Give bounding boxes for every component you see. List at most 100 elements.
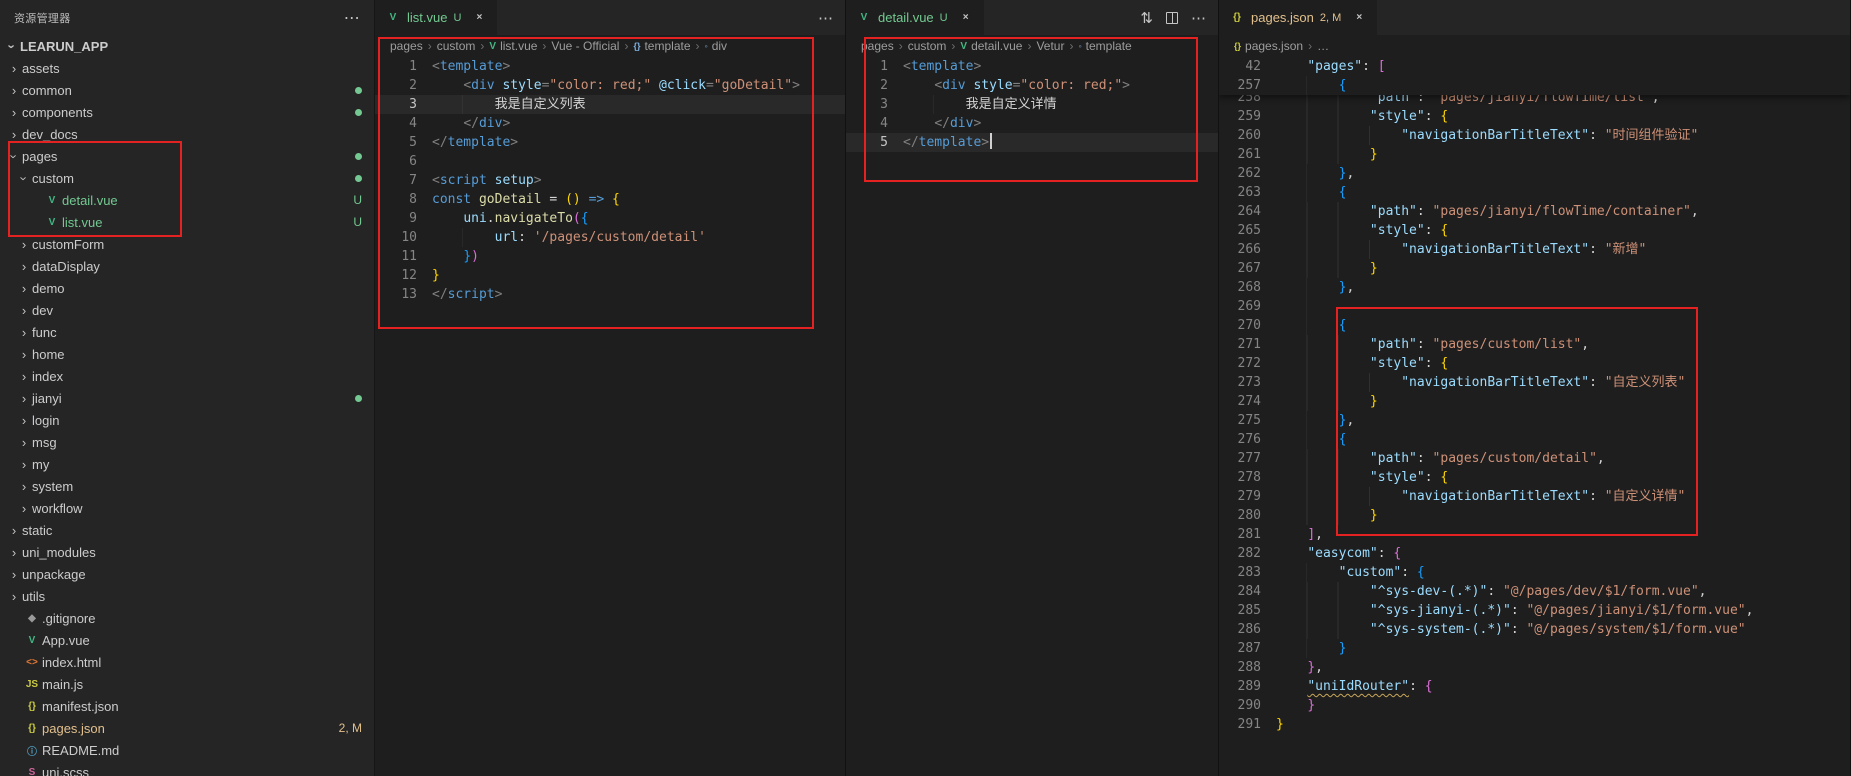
tree-item-dataDisplay[interactable]: ›dataDisplay — [0, 255, 374, 277]
tab-list-vue[interactable]: Vlist.vueU× — [375, 0, 498, 35]
tree-item-uni_modules[interactable]: ›uni_modules — [0, 541, 374, 563]
code-line[interactable]: 261 } — [1219, 145, 1850, 164]
tree-item-demo[interactable]: ›demo — [0, 277, 374, 299]
code-line[interactable]: 267 } — [1219, 259, 1850, 278]
code-line[interactable]: 268 }, — [1219, 278, 1850, 297]
code-line[interactable]: 278 "style": { — [1219, 468, 1850, 487]
tree-item-workflow[interactable]: ›workflow — [0, 497, 374, 519]
breadcrumb-item[interactable]: Vlist.vue — [489, 39, 537, 53]
code-line[interactable]: 4 </div> — [846, 114, 1218, 133]
close-icon[interactable]: × — [1351, 12, 1367, 23]
tree-item-App.vue[interactable]: VApp.vue — [0, 629, 374, 651]
breadcrumb-item[interactable]: ◦template — [1078, 39, 1131, 53]
tree-item-utils[interactable]: ›utils — [0, 585, 374, 607]
code-line[interactable]: 9 uni.navigateTo({ — [375, 209, 845, 228]
code-line[interactable]: 275 }, — [1219, 411, 1850, 430]
code-line[interactable]: 11 }) — [375, 247, 845, 266]
code-line[interactable]: 13</script> — [375, 285, 845, 304]
tree-item-pages.json[interactable]: {}pages.json2, M — [0, 717, 374, 739]
code-line[interactable]: 271 "path": "pages/custom/list", — [1219, 335, 1850, 354]
more-icon[interactable]: ⋯ — [818, 9, 833, 27]
tree-item-pages[interactable]: ›pages — [0, 145, 374, 167]
tree-item-common[interactable]: ›common — [0, 79, 374, 101]
code-line[interactable]: 282 "easycom": { — [1219, 544, 1850, 563]
code-line[interactable]: 259 "style": { — [1219, 107, 1850, 126]
tree-item-components[interactable]: ›components — [0, 101, 374, 123]
code-line[interactable]: 4 </div> — [375, 114, 845, 133]
code-line[interactable]: 7<script setup> — [375, 171, 845, 190]
tree-item-customForm[interactable]: ›customForm — [0, 233, 374, 255]
code-line[interactable]: 286 "^sys-system-(.*)": "@/pages/system/… — [1219, 620, 1850, 639]
code-line[interactable]: 270 { — [1219, 316, 1850, 335]
tree-item-main.js[interactable]: JSmain.js — [0, 673, 374, 695]
tree-item-uni.scss[interactable]: Suni.scss — [0, 761, 374, 776]
breadcrumb-item[interactable]: {}template — [633, 39, 690, 53]
code-line[interactable]: 284 "^sys-dev-(.*)": "@/pages/dev/$1/for… — [1219, 582, 1850, 601]
more-actions-icon[interactable]: ⋯ — [344, 8, 360, 28]
code-line[interactable]: 273 "navigationBarTitleText": "自定义列表" — [1219, 373, 1850, 392]
tree-item-list.vue[interactable]: Vlist.vueU — [0, 211, 374, 233]
tree-item-dev[interactable]: ›dev — [0, 299, 374, 321]
code-line[interactable]: 289 "uniIdRouter": { — [1219, 677, 1850, 696]
code-line[interactable]: 262 }, — [1219, 164, 1850, 183]
breadcrumb-item[interactable]: pages — [861, 39, 894, 53]
tree-item-index.html[interactable]: <>index.html — [0, 651, 374, 673]
code-line[interactable]: 1<template> — [375, 57, 845, 76]
code-line[interactable]: 263 { — [1219, 183, 1850, 202]
breadcrumb-item[interactable]: {}pages.json — [1234, 39, 1303, 53]
code-line[interactable]: 5</template> — [375, 133, 845, 152]
tab-pages-json[interactable]: {}pages.json2, M× — [1219, 0, 1378, 35]
code-line[interactable]: 8const goDetail = () => { — [375, 190, 845, 209]
tree-item-detail.vue[interactable]: Vdetail.vueU — [0, 189, 374, 211]
tree-item-manifest.json[interactable]: {}manifest.json — [0, 695, 374, 717]
tab-detail-vue[interactable]: Vdetail.vueU× — [846, 0, 985, 35]
tree-item-dev_docs[interactable]: ›dev_docs — [0, 123, 374, 145]
tree-item-system[interactable]: ›system — [0, 475, 374, 497]
code-line[interactable]: 266 "navigationBarTitleText": "新增" — [1219, 240, 1850, 259]
code-line[interactable]: 277 "path": "pages/custom/detail", — [1219, 449, 1850, 468]
code-editor[interactable]: 1<template>2 <div style="color: red;">3 … — [846, 57, 1218, 776]
code-line[interactable]: 291} — [1219, 715, 1850, 734]
code-line[interactable]: 3 我是自定义详情 — [846, 95, 1218, 114]
code-editor[interactable]: 42 "pages": [257 {258 "path": "pages/jia… — [1219, 57, 1850, 776]
tree-item-msg[interactable]: ›msg — [0, 431, 374, 453]
tree-item-jianyi[interactable]: ›jianyi — [0, 387, 374, 409]
code-line[interactable]: 6 — [375, 152, 845, 171]
code-line[interactable]: 3 我是自定义列表 — [375, 95, 845, 114]
breadcrumb-item[interactable]: Vdetail.vue — [960, 39, 1022, 53]
breadcrumb-item[interactable]: Vue - Official — [551, 39, 619, 53]
code-line[interactable]: 1<template> — [846, 57, 1218, 76]
tree-item-assets[interactable]: ›assets — [0, 57, 374, 79]
tree-item-static[interactable]: ›static — [0, 519, 374, 541]
code-line[interactable]: 265 "style": { — [1219, 221, 1850, 240]
breadcrumb-item[interactable]: … — [1317, 39, 1329, 53]
tree-item-.gitignore[interactable]: ◆.gitignore — [0, 607, 374, 629]
split-icon[interactable] — [1166, 12, 1178, 24]
code-line[interactable]: 288 }, — [1219, 658, 1850, 677]
close-icon[interactable]: × — [471, 12, 487, 23]
tree-item-index[interactable]: ›index — [0, 365, 374, 387]
code-line[interactable]: 260 "navigationBarTitleText": "时间组件验证" — [1219, 126, 1850, 145]
code-line[interactable]: 280 } — [1219, 506, 1850, 525]
tree-item-README.md[interactable]: ⓘREADME.md — [0, 739, 374, 761]
code-line[interactable]: 257 { — [1219, 76, 1850, 95]
breadcrumb-item[interactable]: Vetur — [1036, 39, 1064, 53]
tree-item-login[interactable]: ›login — [0, 409, 374, 431]
code-line[interactable]: 5</template> — [846, 133, 1218, 152]
breadcrumb-item[interactable]: ◦div — [705, 39, 728, 53]
code-line[interactable]: 10 url: '/pages/custom/detail' — [375, 228, 845, 247]
code-line[interactable]: 290 } — [1219, 696, 1850, 715]
code-line[interactable]: 272 "style": { — [1219, 354, 1850, 373]
tree-item-func[interactable]: ›func — [0, 321, 374, 343]
code-line[interactable]: 264 "path": "pages/jianyi/flowTime/conta… — [1219, 202, 1850, 221]
code-line[interactable]: 258 "path": "pages/jianyi/flowTime/list"… — [1219, 95, 1850, 107]
code-line[interactable]: 42 "pages": [ — [1219, 57, 1850, 76]
project-root-row[interactable]: › LEARUN_APP — [0, 35, 374, 57]
tree-item-custom[interactable]: ›custom — [0, 167, 374, 189]
tree-item-unpackage[interactable]: ›unpackage — [0, 563, 374, 585]
code-line[interactable]: 269 — [1219, 297, 1850, 316]
tree-item-home[interactable]: ›home — [0, 343, 374, 365]
code-line[interactable]: 281 ], — [1219, 525, 1850, 544]
code-line[interactable]: 285 "^sys-jianyi-(.*)": "@/pages/jianyi/… — [1219, 601, 1850, 620]
code-line[interactable]: 287 } — [1219, 639, 1850, 658]
